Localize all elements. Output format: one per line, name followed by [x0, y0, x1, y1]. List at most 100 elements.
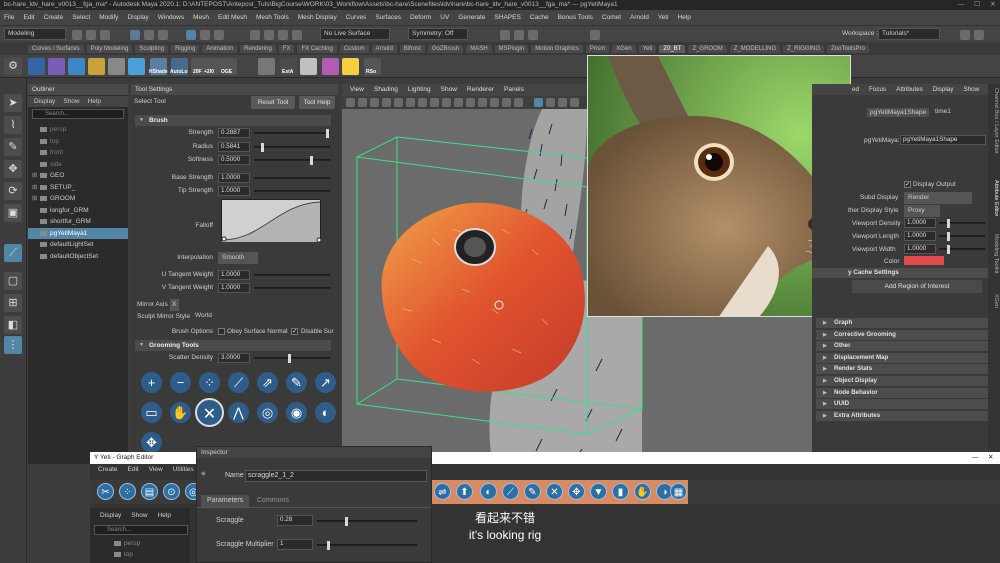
scraggle-multiplier-field[interactable]: 1 — [277, 539, 313, 550]
outliner-search-input[interactable]: Search... — [32, 109, 124, 119]
shelf-tab-curves-surfaces[interactable]: Curves / Surfaces — [28, 44, 84, 53]
menu-item-surfaces[interactable]: Surfaces — [375, 14, 401, 21]
shelf-tool1-icon[interactable] — [48, 58, 65, 75]
expand-icon[interactable]: ⊞ — [32, 193, 37, 204]
softness-knob[interactable] — [310, 156, 313, 165]
vp-lights-icon[interactable] — [430, 98, 439, 107]
viewport-density-field[interactable]: 1.0000 — [904, 218, 936, 228]
tool-help-button[interactable]: Tool Help — [299, 96, 335, 109]
inspector-toggle-icon[interactable]: ◆ — [201, 470, 206, 477]
lasso-tool-icon[interactable]: ⌇ — [4, 116, 22, 134]
vp-more3-icon[interactable] — [570, 98, 579, 107]
menu-item-display[interactable]: Display — [127, 14, 148, 21]
shelf-tab-custom[interactable]: Custom — [339, 44, 369, 53]
base-strength-field[interactable]: 1.0000 — [218, 173, 250, 183]
menu-item-generate[interactable]: Generate — [458, 14, 485, 21]
scatter-density-slider[interactable] — [254, 354, 330, 363]
snap-curve-icon[interactable] — [264, 30, 274, 40]
node-length-icon[interactable]: ✎ — [524, 483, 541, 500]
vp-image-plane-icon[interactable] — [370, 98, 379, 107]
menu-item-create[interactable]: Create — [44, 14, 64, 21]
scraggle-field[interactable]: 0.28 — [277, 515, 313, 526]
shelf-tab-z-groom[interactable]: Z_GROOM — [688, 44, 727, 53]
layout-custom-icon[interactable]: ⋮ — [4, 336, 22, 354]
display-output-checkbox[interactable]: ✓ — [904, 181, 911, 188]
ge-outliner-show[interactable]: Show — [131, 510, 147, 521]
vp-more-icon[interactable] — [546, 98, 555, 107]
disable-surface-checkbox[interactable]: ✓ — [291, 328, 298, 335]
node-import-icon[interactable]: ✂ — [97, 483, 114, 500]
shelf-tab-arnold[interactable]: Arnold — [371, 44, 397, 53]
attr-tab-time[interactable]: time1 — [935, 108, 951, 115]
tip-strength-field[interactable]: 1.0000 — [218, 186, 250, 196]
node-guide-icon[interactable]: ⊙ — [163, 483, 180, 500]
select-tool-icon[interactable]: ➤ — [4, 94, 22, 112]
node-grow-icon[interactable]: ▤ — [141, 483, 158, 500]
node-grid-icon[interactable]: ▦ — [670, 483, 687, 500]
snap-view-icon[interactable] — [292, 30, 302, 40]
shelf-tab-z-modelling[interactable]: Z_MODELLING — [729, 44, 781, 53]
subd-display-dropdown[interactable]: Render — [904, 192, 972, 204]
outliner-item[interactable]: pgYetiMaya1 — [28, 227, 128, 239]
viewport-width-slider[interactable] — [939, 245, 985, 254]
maximize-icon[interactable]: ☐ — [970, 0, 984, 10]
attr-section-extra-attributes[interactable]: Extra Attributes — [816, 410, 988, 421]
menu-item-file[interactable]: File — [4, 14, 14, 21]
shelf-tab-z0-bt[interactable]: Z0_BT — [659, 44, 686, 53]
attr-menu-display[interactable]: Display — [933, 84, 954, 95]
shelf-tab-xgen[interactable]: XGen — [612, 44, 636, 53]
viewport-density-knob[interactable] — [947, 219, 950, 228]
vp-active-icon[interactable] — [534, 98, 543, 107]
outliner-item[interactable]: side — [28, 159, 128, 170]
menu-item-uv[interactable]: UV — [440, 14, 449, 21]
interpolation-dropdown[interactable]: Smooth — [218, 252, 258, 264]
shelf-tab-bifrost[interactable]: Bifrost — [399, 44, 425, 53]
viewport-width-knob[interactable] — [947, 245, 950, 254]
outliner-item[interactable]: defaultLightSet — [28, 239, 128, 250]
shelf-settings-icon[interactable]: ⚙ — [4, 57, 22, 75]
vp-xray-icon[interactable] — [502, 98, 511, 107]
rotate-tool-icon[interactable]: ⟳ — [4, 182, 22, 200]
attr-node-field[interactable]: pgYetiMaya1Shape — [900, 135, 986, 145]
vp-textured-icon[interactable] — [418, 98, 427, 107]
shelf-tab-rendering[interactable]: Rendering — [240, 44, 276, 53]
groom-twist-icon[interactable]: ◎ — [257, 402, 278, 423]
node-collide-icon[interactable]: ▼ — [590, 483, 607, 500]
viewport-menu-shading[interactable]: Shading — [374, 84, 398, 96]
graph-editor-close-icon[interactable]: ✕ — [988, 452, 993, 464]
viewport-menu-panels[interactable]: Panels — [504, 84, 524, 96]
groom-scale-icon[interactable]: ↗ — [315, 372, 336, 393]
minimize-icon[interactable]: — — [954, 0, 968, 10]
shelf-tab-gozbrush[interactable]: GoZBrush — [427, 44, 464, 53]
attr-menu-attributes[interactable]: Attributes — [896, 84, 923, 95]
attr-menu-focus[interactable]: Focus — [869, 84, 886, 95]
attr-section-object-display[interactable]: Object Display — [816, 376, 988, 386]
groom-attribute-icon[interactable]: ▭ — [141, 402, 162, 423]
v-tangent-slider[interactable] — [254, 287, 330, 289]
outliner-menu-display[interactable]: Display — [34, 96, 55, 107]
shelf-tool3-icon[interactable] — [88, 58, 105, 75]
shelf-tab-sculpting[interactable]: Sculpting — [135, 44, 169, 53]
groom-add-icon[interactable]: + — [141, 372, 162, 393]
groom-comb-icon[interactable]: ⟋ — [228, 372, 249, 393]
workspace-dropdown[interactable]: Tutorials* — [878, 28, 940, 40]
vp-shadows-icon[interactable] — [442, 98, 451, 107]
tab-parameters[interactable]: Parameters — [201, 495, 250, 507]
viewport-menu-show[interactable]: Show — [441, 84, 457, 96]
menu-item-mesh-tools[interactable]: Mesh Tools — [256, 14, 289, 21]
save-scene-icon[interactable] — [100, 30, 110, 40]
menu-item-shapes[interactable]: SHAPES — [494, 14, 520, 21]
scale-tool-icon[interactable]: ▣ — [4, 204, 22, 222]
tab-commons[interactable]: Commons — [253, 495, 293, 507]
groom-scraggle-icon[interactable]: ✕ — [195, 398, 224, 427]
vp-grid-icon[interactable] — [382, 98, 391, 107]
menu-item-mesh-display[interactable]: Mesh Display — [298, 14, 337, 21]
node-width-icon[interactable]: ⟋ — [502, 483, 519, 500]
scatter-density-knob[interactable] — [288, 354, 291, 363]
viewport-menu-lighting[interactable]: Lighting — [408, 84, 431, 96]
menu-item-mesh[interactable]: Mesh — [193, 14, 209, 21]
outliner-item[interactable]: defaultObjectSet — [28, 251, 128, 262]
attr-menu-show[interactable]: Show — [963, 84, 979, 95]
shelf-tab-z-rigging[interactable]: Z_RIGGING — [783, 44, 825, 53]
menu-item-bonus-tools[interactable]: Bonus Tools — [558, 14, 593, 21]
